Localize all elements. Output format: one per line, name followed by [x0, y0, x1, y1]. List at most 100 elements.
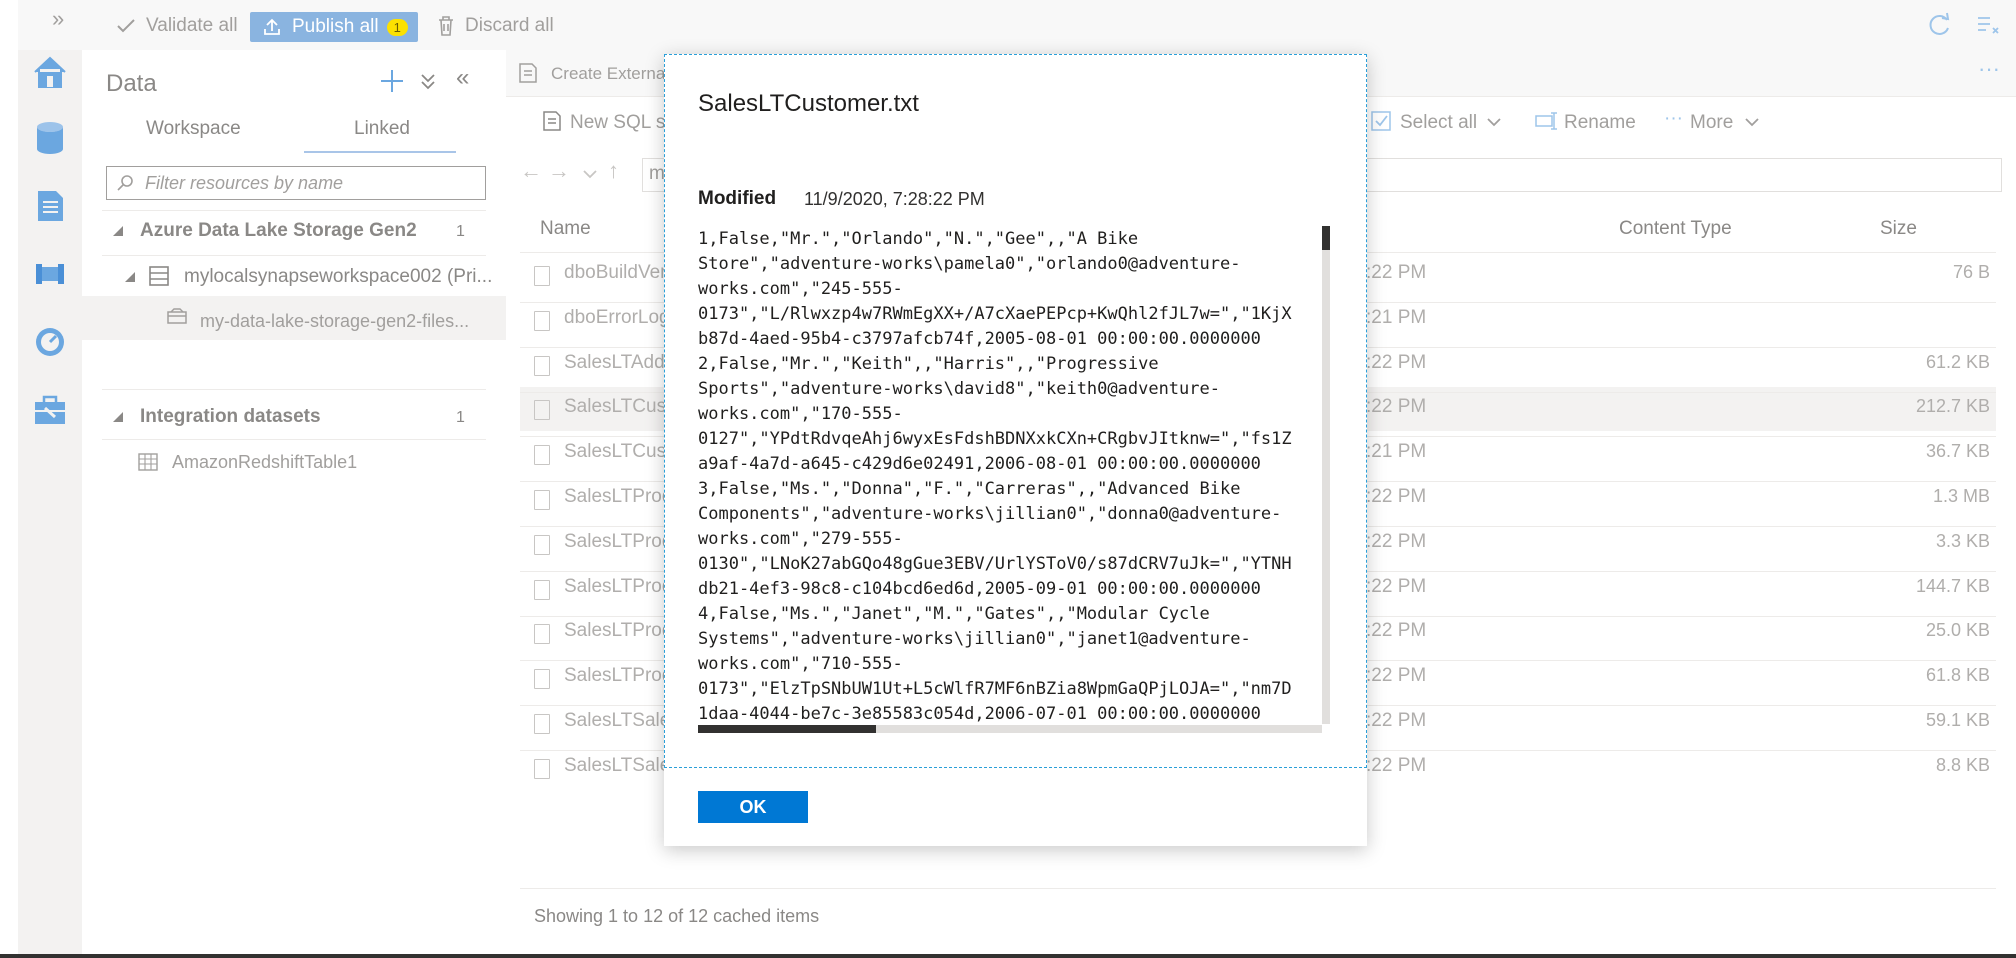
- content-line: works.com","170-555-: [698, 404, 903, 424]
- rename-button[interactable]: Rename: [1564, 112, 1636, 134]
- rename-icon: [1535, 112, 1557, 130]
- file-preview-dialog: SalesLTCustomer.txt Modified 11/9/2020, …: [664, 54, 1367, 846]
- content-line: works.com","245-555-: [698, 279, 903, 299]
- file-content-preview[interactable]: 1,False,"Mr.","Orlando","N.","Gee",,"A B…: [698, 227, 1328, 782]
- content-line: 0127","YPdtRdvqeAhj6wyxEsFdshBDNXxkCXn+C…: [698, 429, 1292, 449]
- validate-all-label: Validate all: [146, 15, 238, 36]
- workspace-storage-node[interactable]: mylocalsynapseworkspace002 (Pri...: [184, 266, 492, 288]
- file-name[interactable]: dboBuildVer: [564, 262, 666, 284]
- validate-all-button[interactable]: Validate all: [116, 12, 238, 40]
- file-size: 144.7 KB: [1915, 575, 1990, 596]
- divider: [102, 439, 486, 440]
- file-name[interactable]: SalesLTSales: [564, 755, 680, 777]
- expand-triangle-icon[interactable]: [124, 271, 136, 283]
- file-size: 76 B: [1952, 262, 1990, 282]
- data-pane-title: Data: [106, 70, 157, 97]
- select-all-button[interactable]: Select all: [1400, 112, 1477, 134]
- tab-workspace[interactable]: Workspace: [146, 118, 241, 140]
- more-button[interactable]: More: [1690, 112, 1733, 134]
- filesystem-node[interactable]: my-data-lake-storage-gen2-files...: [200, 311, 469, 332]
- more-options-icon[interactable]: ···: [1978, 56, 2000, 82]
- file-modified: :22 PM: [1366, 665, 1427, 687]
- forward-arrow-icon[interactable]: →: [548, 158, 570, 184]
- file-name[interactable]: SalesLTSales: [564, 710, 680, 732]
- more-ellipsis-icon: ···: [1664, 108, 1683, 129]
- content-line: works.com","279-555-: [698, 529, 903, 549]
- discard-all-label: Discard all: [465, 15, 554, 36]
- publish-count-badge: 1: [386, 18, 408, 36]
- file-modified: :22 PM: [1366, 710, 1427, 731]
- dataset-item[interactable]: AmazonRedshiftTable1: [172, 452, 357, 473]
- chevron-down-icon[interactable]: [1744, 116, 1760, 128]
- data-database-icon[interactable]: [32, 120, 68, 156]
- nav-rail: [18, 50, 82, 958]
- content-line: a9af-4a7d-a645-c429d6e02491,2006-08-01 0…: [698, 454, 1261, 474]
- list-footer-status: Showing 1 to 12 of 12 cached items: [534, 906, 820, 926]
- adls-count: 1: [456, 223, 465, 240]
- back-arrow-icon[interactable]: ←: [520, 158, 542, 184]
- integrate-pipeline-icon[interactable]: [32, 256, 68, 292]
- filter-resources-input[interactable]: Filter resources by name: [106, 166, 486, 200]
- content-line: Sports","adventure-works\david8","keith0…: [698, 379, 1220, 399]
- integration-datasets-group[interactable]: Integration datasets: [140, 406, 321, 428]
- collapse-all-icon[interactable]: [420, 72, 436, 92]
- ok-button[interactable]: OK: [698, 791, 808, 823]
- file-name[interactable]: dboErrorLog: [564, 307, 670, 329]
- content-line: 1daa-4044-be7c-3e85583c054d,2006-07-01 0…: [698, 704, 1261, 724]
- discard-all-button[interactable]: Discard all: [437, 12, 554, 40]
- content-line: 3,False,"Ms.","Donna","F.","Carreras",,"…: [698, 479, 1241, 499]
- file-modified: :22 PM: [1366, 351, 1427, 373]
- vertical-scrollbar[interactable]: [1322, 226, 1330, 724]
- content-line: db21-4ef3-98c8-c104bcd6ed6d,2005-09-01 0…: [698, 579, 1261, 599]
- content-line: Store","adventure-works\pamela0","orland…: [698, 254, 1241, 274]
- tab-create-external[interactable]: Create External: [551, 64, 669, 84]
- datasets-count: 1: [456, 409, 465, 426]
- publish-all-label: Publish all: [292, 16, 379, 37]
- file-icon: [534, 400, 550, 421]
- expand-triangle-icon[interactable]: [112, 411, 124, 423]
- monitor-gauge-icon[interactable]: [32, 324, 68, 360]
- footer-divider: [520, 888, 1996, 889]
- horizontal-scrollbar-thumb[interactable]: [698, 725, 876, 733]
- chevron-down-icon[interactable]: [1486, 116, 1502, 128]
- column-header-content-type[interactable]: Content Type: [1619, 218, 1732, 240]
- publish-all-button[interactable]: Publish all 1: [250, 12, 418, 42]
- file-size: 25.0 KB: [1925, 620, 1990, 641]
- file-size: 1.3 MB: [1932, 486, 1990, 506]
- develop-document-icon[interactable]: [32, 188, 68, 224]
- file-size: 3.3 KB: [1935, 530, 1990, 551]
- file-size: 61.2 KB: [1925, 351, 1990, 372]
- filesystem-container-icon: [167, 308, 187, 324]
- file-modified: :21 PM: [1366, 441, 1427, 463]
- manage-toolbox-icon[interactable]: [32, 392, 68, 428]
- collapse-pane-icon[interactable]: «: [456, 64, 469, 92]
- up-arrow-icon[interactable]: ↑: [608, 158, 619, 184]
- column-header-size[interactable]: Size: [1880, 218, 1917, 240]
- content-line: 0130","LNoK27abGQo48gGue3EBV/UrlYSToV0/s…: [698, 554, 1292, 574]
- file-icon: [534, 490, 550, 510]
- file-icon: [534, 579, 550, 600]
- modified-label: Modified: [698, 188, 777, 209]
- adls-gen2-group[interactable]: Azure Data Lake Storage Gen2: [140, 220, 417, 242]
- tab-linked[interactable]: Linked: [354, 118, 410, 140]
- home-icon[interactable]: [32, 54, 68, 90]
- list-settings-icon[interactable]: [1976, 15, 2000, 37]
- file-modified: :22 PM: [1366, 486, 1427, 507]
- vertical-scrollbar-thumb[interactable]: [1322, 226, 1330, 250]
- new-sql-script-button[interactable]: New SQL sc: [570, 112, 675, 134]
- add-resource-icon[interactable]: [379, 68, 405, 94]
- content-line: b87d-4aed-95b4-c3797afcb74f,2005-08-01 0…: [698, 329, 1261, 349]
- expand-triangle-icon[interactable]: [112, 225, 124, 237]
- column-header-name[interactable]: Name: [540, 218, 591, 240]
- content-line: 0173","L/Rlwxzp4w7RWmEgXX+/A7cXaePEPcp+K…: [698, 304, 1292, 324]
- trash-icon: [439, 16, 453, 36]
- file-modified: :22 PM: [1366, 262, 1427, 283]
- file-icon: [534, 758, 550, 779]
- divider: [102, 389, 486, 390]
- content-line: 1,False,"Mr.","Orlando","N.","Gee",,"A B…: [698, 229, 1139, 249]
- refresh-icon[interactable]: [1926, 12, 1952, 38]
- expand-rail-icon[interactable]: »: [52, 6, 64, 32]
- chevron-down-icon[interactable]: [582, 168, 598, 180]
- file-modified: :21 PM: [1366, 306, 1427, 328]
- taskbar-strip: [0, 954, 2016, 958]
